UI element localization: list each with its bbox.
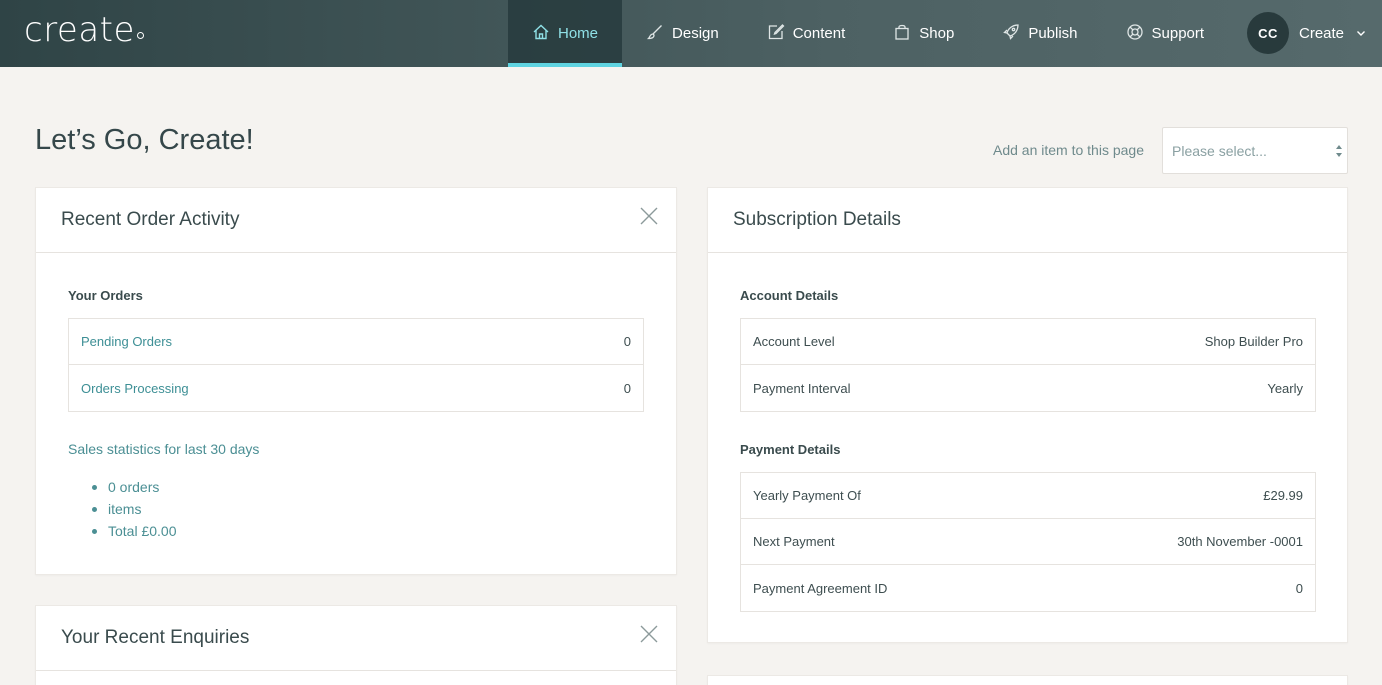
brush-icon xyxy=(646,23,664,45)
card-header: Your Recent Enquiries xyxy=(36,606,676,671)
next-card-edge xyxy=(707,675,1348,685)
row-value: Shop Builder Pro xyxy=(1204,334,1303,349)
lifebuoy-icon xyxy=(1126,23,1144,45)
row-value: £29.99 xyxy=(1263,488,1303,503)
table-row: Pending Orders 0 xyxy=(69,319,643,365)
avatar[interactable]: CC xyxy=(1247,12,1289,54)
sales-stats-list: 0 orders items Total £0.00 xyxy=(68,476,177,542)
nav-item-design[interactable]: Design xyxy=(622,0,743,67)
list-item: Total £0.00 xyxy=(68,520,177,542)
account-details-table: Account Level Shop Builder Pro Payment I… xyxy=(740,318,1316,412)
card-title: Subscription Details xyxy=(733,209,901,230)
payment-details-table: Yearly Payment Of £29.99 Next Payment 30… xyxy=(740,472,1316,612)
nav-label-home: Home xyxy=(558,25,599,42)
top-navigation-bar: create Home Design Content Shop Publish … xyxy=(0,0,1382,67)
nav-label-support: Support xyxy=(1151,25,1205,42)
row-value: 0 xyxy=(1295,580,1303,596)
list-item: items xyxy=(68,498,177,520)
orders-table: Pending Orders 0 Orders Processing 0 xyxy=(68,318,644,412)
table-row: Next Payment 30th November -0001 xyxy=(741,519,1315,565)
rocket-icon xyxy=(1002,23,1020,45)
nav-item-home[interactable]: Home xyxy=(508,0,623,67)
row-label: Account Level xyxy=(753,334,835,349)
home-icon xyxy=(532,23,550,45)
section-label-payment-details: Payment Details xyxy=(740,442,841,457)
row-value: 30th November -0001 xyxy=(1177,534,1303,549)
pending-orders-link[interactable]: Pending Orders xyxy=(81,334,172,349)
create-logo[interactable]: create xyxy=(24,10,144,50)
nav-item-content[interactable]: Content xyxy=(743,0,870,67)
recent-enquiries-card: Your Recent Enquiries xyxy=(35,605,677,685)
recent-order-activity-card: Recent Order Activity Your Orders Pendin… xyxy=(35,187,677,575)
subscription-details-card: Subscription Details Account Details Acc… xyxy=(707,187,1348,643)
card-title: Recent Order Activity xyxy=(61,209,240,230)
card-header: Recent Order Activity xyxy=(36,188,676,253)
nav-item-support[interactable]: Support xyxy=(1102,0,1229,67)
nav-label-content: Content xyxy=(792,25,846,42)
edit-icon xyxy=(767,23,785,45)
add-item-select[interactable]: Please select... xyxy=(1162,127,1348,174)
table-row: Yearly Payment Of £29.99 xyxy=(741,473,1315,519)
close-icon[interactable] xyxy=(639,206,659,226)
orders-processing-count: 0 xyxy=(623,380,631,396)
orders-processing-link[interactable]: Orders Processing xyxy=(81,381,189,396)
row-label: Payment Interval xyxy=(753,380,851,396)
pending-orders-count: 0 xyxy=(623,334,631,349)
nav-label-design: Design xyxy=(672,25,719,42)
nav-label-shop: Shop xyxy=(919,25,955,42)
bag-icon xyxy=(893,23,911,45)
table-row: Orders Processing 0 xyxy=(69,365,643,411)
user-name[interactable]: Create xyxy=(1299,25,1344,42)
row-value: Yearly xyxy=(1267,380,1303,396)
user-menu[interactable]: CC Create xyxy=(1247,11,1366,55)
select-placeholder: Please select... xyxy=(1172,142,1267,159)
close-icon[interactable] xyxy=(639,624,659,644)
page-title: Let’s Go, Create! xyxy=(35,124,254,156)
add-item-label: Add an item to this page xyxy=(993,142,1144,158)
table-row: Payment Agreement ID 0 xyxy=(741,565,1315,611)
card-title: Your Recent Enquiries xyxy=(61,627,250,648)
nav-item-shop[interactable]: Shop xyxy=(869,0,978,67)
section-label-your-orders: Your Orders xyxy=(68,288,143,303)
row-label: Payment Agreement ID xyxy=(753,580,888,596)
nav-item-publish[interactable]: Publish xyxy=(978,0,1101,67)
table-row: Payment Interval Yearly xyxy=(741,365,1315,411)
nav-label-publish: Publish xyxy=(1028,25,1078,42)
row-label: Yearly Payment Of xyxy=(753,488,861,503)
chevron-down-icon[interactable] xyxy=(1354,25,1366,42)
select-arrows-icon xyxy=(1336,145,1342,157)
table-row: Account Level Shop Builder Pro xyxy=(741,319,1315,365)
row-label: Next Payment xyxy=(753,534,835,549)
sales-stats-title: Sales statistics for last 30 days xyxy=(68,441,260,457)
section-label-account-details: Account Details xyxy=(740,288,839,303)
main-nav: Home Design Content Shop Publish Support xyxy=(508,0,1228,67)
list-item: 0 orders xyxy=(68,476,177,498)
card-header: Subscription Details xyxy=(708,188,1347,253)
